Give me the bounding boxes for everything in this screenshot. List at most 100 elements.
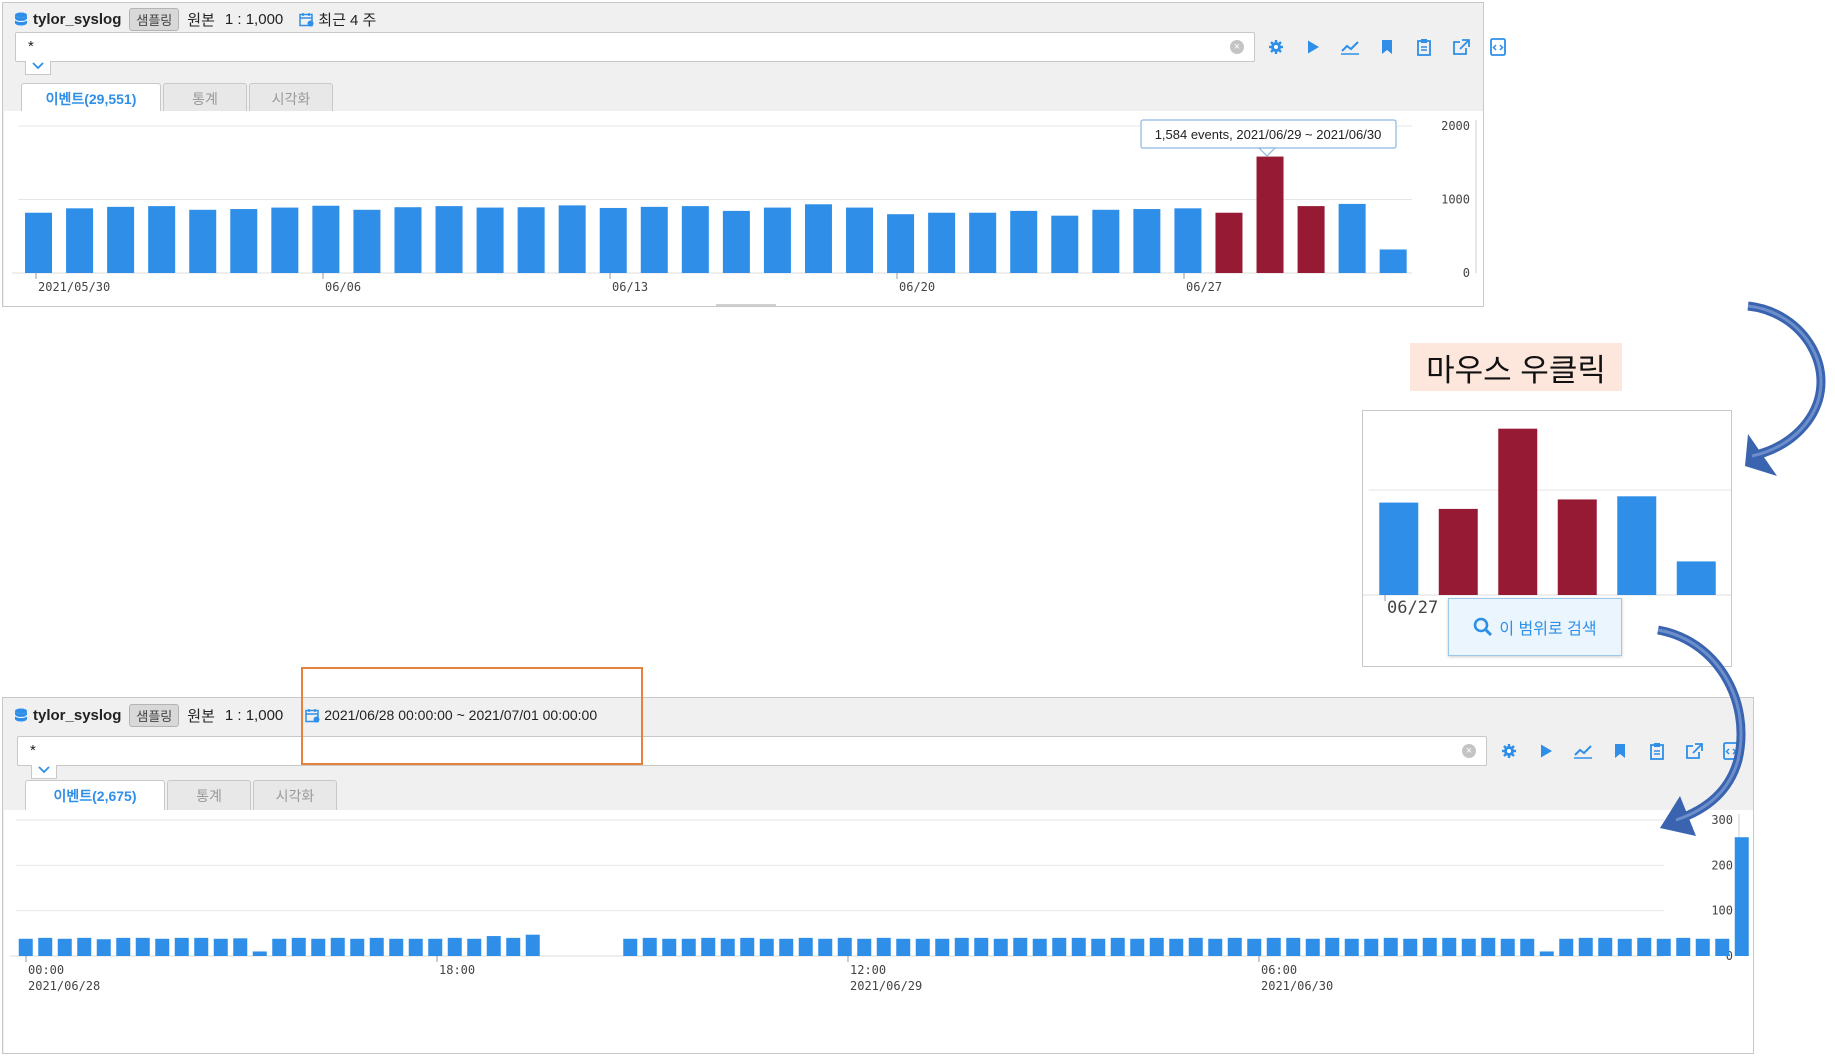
- bar: [1676, 561, 1716, 595]
- bar: [1617, 496, 1657, 595]
- sampling-badge[interactable]: 샘플링: [129, 7, 180, 31]
- x-tick-label: 12:00: [850, 963, 886, 977]
- bar: [1266, 937, 1281, 956]
- bar: [435, 206, 463, 273]
- top-toolbar: [1265, 35, 1524, 59]
- bar: [974, 937, 989, 956]
- bar: [818, 938, 833, 956]
- bar: [369, 937, 384, 956]
- expand-query-button[interactable]: [25, 61, 51, 75]
- bar: [408, 938, 423, 956]
- bar: [233, 938, 248, 956]
- time-range-picker[interactable]: 최근 4 주: [299, 9, 376, 30]
- query-text: *: [30, 742, 36, 759]
- bar: [517, 207, 545, 273]
- curved-arrow-1: [1745, 301, 1826, 476]
- x-tick-label: 2021/06/29: [850, 979, 922, 993]
- clipboard-icon[interactable]: [1646, 740, 1668, 762]
- bar: [1695, 938, 1710, 956]
- bar: [57, 938, 72, 956]
- tab-visualization[interactable]: 시각화: [249, 83, 333, 113]
- selected-bar: [1557, 499, 1597, 595]
- bar: [1092, 209, 1120, 273]
- bottom-search-panel: tylor_syslog 샘플링 원본 1 : 1,000 2021/06/28…: [2, 697, 1754, 1054]
- y-tick-label: 2000: [1441, 119, 1470, 133]
- calendar-icon: [299, 12, 314, 26]
- bottom-timeline-chart[interactable]: 0 100 200 300 00:00 2021/06/28 18:00 12:00 2021/…: [4, 810, 1753, 1053]
- gear-icon[interactable]: [1498, 740, 1520, 762]
- bar: [1169, 938, 1184, 956]
- bar: [640, 206, 668, 273]
- database-icon: [14, 708, 28, 722]
- bar: [1481, 937, 1496, 956]
- expand-query-button[interactable]: [31, 765, 57, 779]
- source-label[interactable]: 원본: [187, 9, 215, 30]
- top-result-tabs: 이벤트(29,551) 통계 시각화: [21, 83, 335, 113]
- top-timeline-chart[interactable]: 0 1000 2000 2021/05/30 06/06 06/13 06/20 06/27 1…: [4, 111, 1483, 306]
- bar: [467, 938, 482, 956]
- tab-events[interactable]: 이벤트(2,675): [25, 780, 165, 810]
- bar: [25, 212, 53, 273]
- clear-query-icon[interactable]: ×: [1230, 40, 1244, 54]
- bookmark-icon[interactable]: [1376, 36, 1398, 58]
- bar: [252, 951, 267, 956]
- bar: [599, 207, 627, 273]
- bar: [1520, 938, 1535, 956]
- bar: [887, 214, 915, 273]
- bar: [876, 937, 891, 956]
- sampling-badge[interactable]: 샘플링: [129, 703, 180, 727]
- bar: [662, 938, 677, 956]
- db-selector[interactable]: tylor_syslog: [13, 707, 121, 724]
- query-input[interactable]: * ×: [15, 32, 1255, 62]
- line-chart-icon[interactable]: [1339, 36, 1361, 58]
- bar: [722, 210, 750, 273]
- tab-statistics[interactable]: 통계: [167, 780, 251, 810]
- selected-bar: [1297, 206, 1325, 273]
- code-icon[interactable]: [1720, 740, 1742, 762]
- bar: [720, 938, 735, 956]
- clear-query-icon[interactable]: ×: [1462, 744, 1476, 758]
- source-label[interactable]: 원본: [187, 705, 215, 726]
- bar: [447, 937, 462, 956]
- bar: [1091, 938, 1106, 956]
- bar: [1617, 938, 1632, 956]
- play-icon[interactable]: [1535, 740, 1557, 762]
- query-input[interactable]: * ×: [17, 736, 1487, 766]
- bar: [1052, 937, 1067, 956]
- play-icon[interactable]: [1302, 36, 1324, 58]
- x-tick-label: 2021/06/28: [28, 979, 100, 993]
- bar: [1110, 937, 1125, 956]
- sampling-ratio[interactable]: 1 : 1,000: [225, 11, 283, 28]
- bar: [759, 938, 774, 956]
- bar: [148, 206, 176, 273]
- bar: [1379, 502, 1419, 595]
- bar: [116, 937, 131, 956]
- line-chart-icon[interactable]: [1572, 740, 1594, 762]
- bar: [740, 937, 755, 956]
- bar: [107, 206, 135, 273]
- search-this-range-menu-item[interactable]: 이 범위로 검색: [1448, 598, 1622, 656]
- bar: [1656, 938, 1671, 956]
- bar: [394, 207, 422, 273]
- bar: [1461, 938, 1476, 956]
- sampling-ratio[interactable]: 1 : 1,000: [225, 707, 283, 724]
- clipboard-icon[interactable]: [1413, 36, 1435, 58]
- export-icon[interactable]: [1683, 740, 1705, 762]
- tab-events[interactable]: 이벤트(29,551): [21, 83, 161, 113]
- bar: [1676, 937, 1691, 956]
- top-info-bar: tylor_syslog 샘플링 원본 1 : 1,000 최근 4 주: [13, 7, 376, 31]
- export-icon[interactable]: [1450, 36, 1472, 58]
- bar: [701, 937, 716, 956]
- bookmark-icon[interactable]: [1609, 740, 1631, 762]
- code-icon[interactable]: [1487, 36, 1509, 58]
- x-tick-label: 06/27: [1186, 280, 1222, 294]
- bar: [350, 938, 365, 956]
- db-selector[interactable]: tylor_syslog: [13, 11, 121, 28]
- y-tick-label: 200: [1711, 858, 1733, 872]
- bar: [230, 209, 258, 273]
- tab-visualization[interactable]: 시각화: [253, 780, 337, 810]
- tab-statistics[interactable]: 통계: [163, 83, 247, 113]
- bar: [486, 936, 501, 956]
- y-tick-label: 100: [1711, 904, 1733, 918]
- gear-icon[interactable]: [1265, 36, 1287, 58]
